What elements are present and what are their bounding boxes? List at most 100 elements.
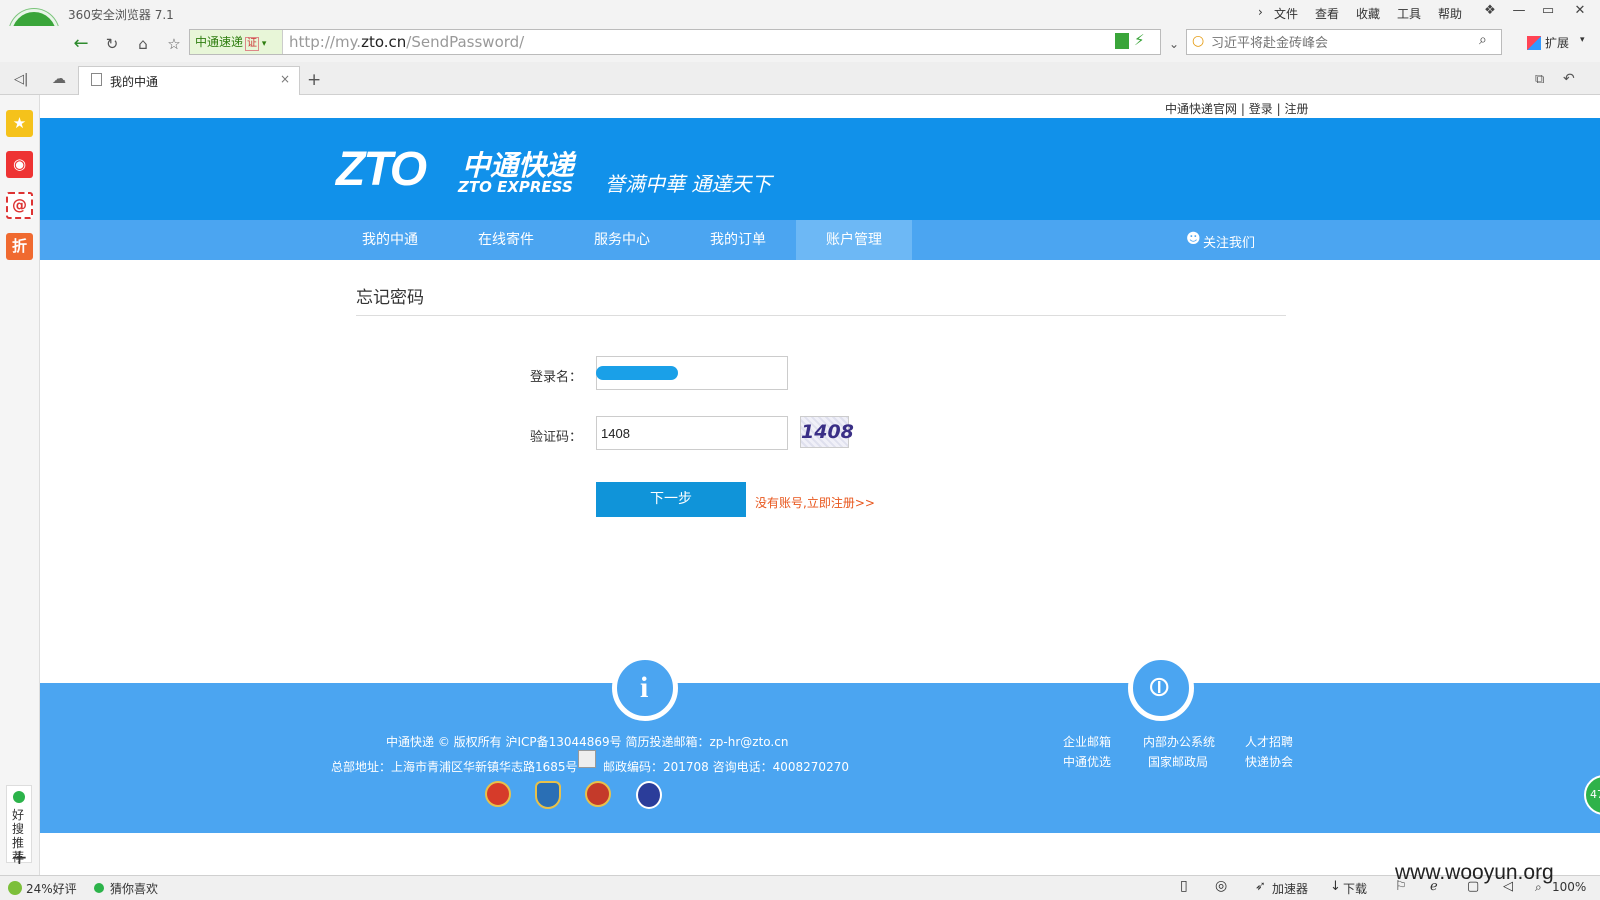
sidebar: ★ ◉ @ 折 好搜推荐 +	[0, 95, 40, 875]
sync-icon[interactable]: ◎	[1215, 878, 1227, 894]
restore-tabs-icon[interactable]: ⧉	[1535, 72, 1544, 87]
home-icon[interactable]: ⌂	[130, 33, 156, 55]
next-step-button[interactable]: 下一步	[596, 482, 746, 517]
speed-label: 中通速递	[195, 35, 244, 49]
emblem-icon-3[interactable]	[585, 781, 611, 807]
footer-link-express-assoc[interactable]: 快递协会	[1245, 753, 1293, 770]
chevron-down-icon: ▾	[259, 39, 267, 49]
site-speed-badge[interactable]: 中通速递证 ▾	[190, 30, 283, 54]
slogan: 誉满中華 通達天下	[605, 172, 772, 196]
sidebar-toggle-icon[interactable]: ◁|	[14, 72, 28, 87]
url-text[interactable]: http://my.zto.cn/SendPassword/	[289, 30, 524, 54]
recommend-dot-icon	[13, 791, 25, 803]
tab-close-icon[interactable]: ×	[280, 72, 290, 86]
menu-help[interactable]: 帮助	[1438, 5, 1462, 22]
rating-icon	[8, 881, 22, 895]
url-domain: zto.cn	[361, 33, 407, 51]
cert-badge: 证	[245, 37, 260, 51]
watermark: www.wooyun.org	[1395, 861, 1554, 884]
extensions-chevron-icon[interactable]: ▾	[1580, 35, 1585, 45]
nav-account[interactable]: 账户管理	[796, 220, 912, 260]
site-banner: ZTO 中通快递 ZTO EXPRESS 誉满中華 通達天下	[40, 118, 1600, 220]
menu-favorites[interactable]: 收藏	[1356, 5, 1380, 22]
police-badge-icon[interactable]	[578, 750, 596, 768]
refresh-icon[interactable]: ↻	[99, 33, 125, 55]
guess-dot-icon	[94, 883, 104, 893]
footer-link-post-bureau[interactable]: 国家邮政局	[1148, 753, 1208, 770]
footer-link-office[interactable]: 内部办公系统	[1143, 733, 1215, 750]
page-icon	[91, 73, 102, 86]
emblem-icon-4[interactable]	[636, 781, 662, 809]
qrcode-icon[interactable]	[1115, 33, 1129, 49]
official-site-link[interactable]: 中通快递官网	[1165, 102, 1237, 116]
nav-online-ship[interactable]: 在线寄件	[448, 220, 564, 260]
undo-close-icon[interactable]: ↶	[1563, 71, 1575, 87]
star-icon[interactable]: ☆	[161, 33, 187, 55]
lightning-icon[interactable]: ⚡	[1134, 31, 1145, 49]
weibo-icon[interactable]: ◉	[6, 151, 33, 178]
close-button[interactable]: ✕	[1566, 0, 1594, 22]
footer-link-zto-select[interactable]: 中通优选	[1063, 753, 1111, 770]
nav-service-center[interactable]: 服务中心	[564, 220, 680, 260]
follow-us-link[interactable]: 关注我们	[1203, 232, 1255, 251]
site-footer: i ⊘ 中通快递 © 版权所有 沪ICP备13044869号 简历投递邮箱：zp…	[40, 655, 1600, 833]
login-link[interactable]: 登录	[1249, 102, 1273, 116]
nav-my-orders[interactable]: 我的订单	[680, 220, 796, 260]
menu-file[interactable]: 文件	[1274, 5, 1298, 22]
search-engine-icon[interactable]: ○	[1192, 33, 1204, 49]
captcha-label: 验证码：	[530, 430, 583, 445]
maximize-button[interactable]: ▭	[1534, 0, 1562, 22]
emblem-icon-1[interactable]	[485, 781, 511, 807]
search-box[interactable]: ○ ⌕	[1186, 29, 1502, 55]
rocket-icon[interactable]: ➶	[1255, 879, 1266, 894]
tab-my-zto[interactable]: 我的中通 ×	[78, 66, 300, 95]
menu-chevron-icon[interactable]: ›	[1258, 5, 1263, 19]
extensions-button[interactable]: 扩展	[1545, 34, 1569, 51]
mobile-icon[interactable]: ▯	[1180, 878, 1188, 894]
url-path: /SendPassword/	[406, 33, 525, 51]
zto-logo[interactable]: ZTO	[336, 142, 427, 197]
link-separator: |	[1276, 102, 1281, 116]
register-link[interactable]: 没有账号,立即注册>>	[755, 494, 875, 511]
accelerator-button[interactable]: 加速器	[1272, 880, 1308, 897]
address-bar[interactable]: 中通速递证 ▾ http://my.zto.cn/SendPassword/ ⚡	[189, 29, 1161, 55]
captcha-image[interactable]: 1408	[800, 416, 854, 448]
zoom-level[interactable]: 100%	[1552, 880, 1586, 894]
link-separator: |	[1240, 102, 1245, 116]
back-icon[interactable]: ←	[68, 33, 94, 55]
register-top-link[interactable]: 注册	[1284, 102, 1308, 116]
site-nav: 我的中通 在线寄件 服务中心 我的订单 账户管理 ☻ 关注我们	[40, 220, 1600, 260]
menu-tools[interactable]: 工具	[1397, 5, 1421, 22]
discount-icon[interactable]: 折	[6, 233, 33, 260]
emblem-icon-2[interactable]	[535, 781, 561, 809]
rating-text[interactable]: 24%好评	[26, 880, 77, 897]
guess-you-like[interactable]: 猜你喜欢	[110, 880, 158, 897]
new-tab-button[interactable]: +	[307, 70, 321, 90]
cloud-icon[interactable]: ☁	[52, 71, 66, 87]
download-button[interactable]: 下载	[1343, 880, 1367, 897]
skin-icon[interactable]: ❖	[1476, 0, 1504, 22]
tab-title: 我的中通	[110, 75, 159, 89]
extensions-icon[interactable]	[1527, 36, 1541, 50]
add-sidebar-button[interactable]: +	[11, 845, 28, 869]
info-circle: i	[612, 655, 678, 721]
captcha-input[interactable]	[596, 416, 788, 450]
mail-icon[interactable]: @	[6, 192, 33, 219]
minimize-button[interactable]: —	[1505, 0, 1533, 22]
download-icon[interactable]: ↓	[1330, 879, 1341, 894]
search-input[interactable]	[1211, 31, 1471, 53]
menu-view[interactable]: 查看	[1315, 5, 1339, 22]
link-circle: ⊘	[1128, 655, 1194, 721]
app-title: 360安全浏览器 7.1	[68, 8, 174, 22]
paperclip-icon: ⊘	[1138, 666, 1179, 707]
title-divider	[356, 315, 1286, 316]
footer-link-jobs[interactable]: 人才招聘	[1245, 733, 1293, 750]
footer-contact: 邮政编码：201708 咨询电话：4008270270	[603, 760, 849, 774]
favorites-star-icon[interactable]: ★	[6, 110, 33, 137]
nav-my-zto[interactable]: 我的中通	[332, 220, 448, 260]
info-icon: i	[640, 671, 649, 704]
search-icon[interactable]: ⌕	[1479, 32, 1487, 48]
url-dropdown-icon[interactable]: ⌄	[1161, 33, 1187, 55]
url-prefix: http://my.	[289, 33, 362, 51]
footer-link-corp-mail[interactable]: 企业邮箱	[1063, 733, 1111, 750]
